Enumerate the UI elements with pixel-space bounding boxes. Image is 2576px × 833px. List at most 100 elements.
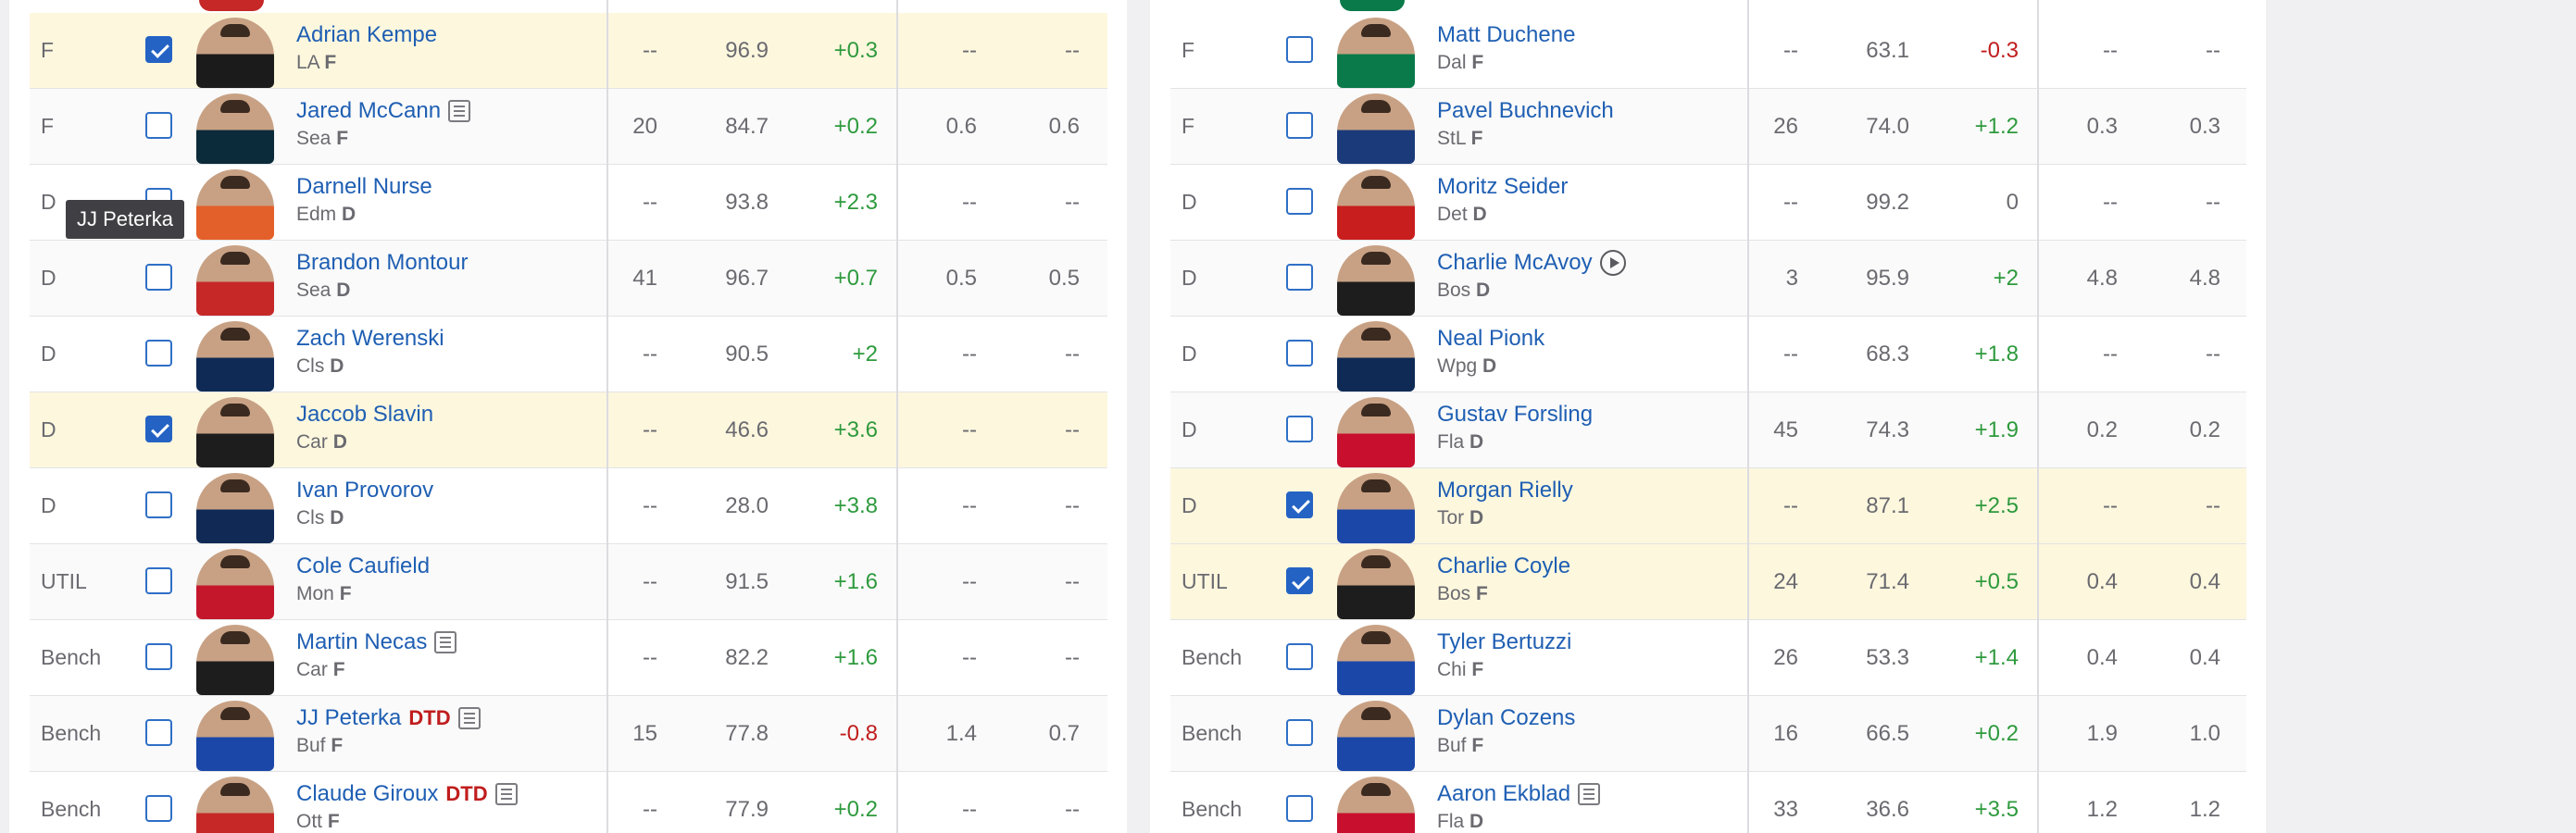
stat-cell: -- bbox=[1065, 568, 1080, 594]
stat-cell: -- bbox=[962, 644, 977, 670]
player-name-link[interactable]: Dylan Cozens bbox=[1437, 705, 1575, 731]
news-icon[interactable] bbox=[448, 100, 471, 122]
player-avatar bbox=[196, 245, 274, 316]
player-name-link[interactable]: Moritz Seider bbox=[1437, 174, 1568, 200]
player-select-checkbox[interactable] bbox=[1286, 643, 1313, 670]
roster-slot[interactable]: D bbox=[41, 468, 56, 543]
news-icon[interactable] bbox=[1578, 783, 1601, 805]
roster-slot[interactable]: D bbox=[41, 392, 56, 467]
player-select-checkbox[interactable] bbox=[1286, 188, 1313, 215]
player-name-link[interactable]: Zach Werenski bbox=[296, 326, 444, 352]
player-select-checkbox[interactable] bbox=[145, 567, 172, 594]
table-row: D Zach Werenski Cls D -- 90.5 +2 -- -- bbox=[30, 317, 1107, 392]
player-name-link[interactable]: Morgan Rielly bbox=[1437, 478, 1573, 504]
roster-slot[interactable]: Bench bbox=[41, 620, 101, 695]
player-name-link[interactable]: Charlie McAvoy bbox=[1437, 250, 1593, 276]
player-select-checkbox[interactable] bbox=[145, 36, 172, 63]
player-name-link[interactable]: Charlie Coyle bbox=[1437, 553, 1570, 579]
table-row: D Brandon Montour Sea D 41 96.7 +0.7 0.5 0.5 bbox=[30, 241, 1107, 317]
stat-cell: -- bbox=[2206, 492, 2220, 518]
news-icon[interactable] bbox=[494, 783, 518, 805]
player-select-checkbox[interactable] bbox=[145, 719, 172, 746]
player-select-checkbox[interactable] bbox=[1286, 795, 1313, 822]
stat-cell: -- bbox=[643, 492, 657, 518]
injury-status-badge: DTD bbox=[445, 782, 488, 805]
player-name-link[interactable]: Darnell Nurse bbox=[296, 174, 432, 200]
player-select-checkbox[interactable] bbox=[145, 112, 172, 139]
roster-slot[interactable]: D bbox=[1182, 317, 1197, 392]
player-select-checkbox[interactable] bbox=[1286, 112, 1313, 139]
roster-slot[interactable]: F bbox=[41, 89, 54, 164]
player-info: Matt Duchene Dal F bbox=[1437, 22, 1575, 74]
stat-cell: +2.3 bbox=[833, 189, 878, 215]
roster-slot[interactable]: Bench bbox=[41, 696, 101, 771]
player-name-link[interactable]: Gustav Forsling bbox=[1437, 402, 1593, 428]
player-name-link[interactable]: Aaron Ekblad bbox=[1437, 781, 1570, 807]
player-name-link[interactable]: JJ Peterka bbox=[296, 705, 401, 731]
stat-cell: +1.4 bbox=[1974, 644, 2019, 670]
stat-cell: 63.1 bbox=[1866, 37, 1909, 63]
news-icon[interactable] bbox=[434, 631, 457, 653]
roster-slot[interactable]: F bbox=[1182, 13, 1194, 88]
player-name-link[interactable]: Tyler Bertuzzi bbox=[1437, 629, 1571, 655]
player-select-checkbox[interactable] bbox=[145, 416, 172, 442]
player-select-checkbox[interactable] bbox=[145, 340, 172, 367]
roster-slot[interactable]: D bbox=[41, 317, 56, 392]
player-name-link[interactable]: Ivan Provorov bbox=[296, 478, 433, 504]
player-name-link[interactable]: Pavel Buchnevich bbox=[1437, 98, 1614, 124]
roster-slot[interactable]: D bbox=[1182, 392, 1197, 467]
player-select-checkbox[interactable] bbox=[145, 643, 172, 670]
stat-cell: 41 bbox=[632, 265, 657, 291]
player-name-link[interactable]: Martin Necas bbox=[296, 629, 427, 655]
player-name-link[interactable]: Matt Duchene bbox=[1437, 22, 1575, 48]
stat-cell: +0.2 bbox=[833, 113, 878, 139]
player-name-link[interactable]: Brandon Montour bbox=[296, 250, 468, 276]
roster-slot[interactable]: Bench bbox=[1182, 772, 1242, 833]
player-select-checkbox[interactable] bbox=[145, 795, 172, 822]
roster-slot[interactable]: F bbox=[41, 13, 54, 88]
roster-slot[interactable]: F bbox=[1182, 89, 1194, 164]
player-info: Neal Pionk Wpg D bbox=[1437, 326, 1544, 378]
roster-slot[interactable]: Bench bbox=[41, 772, 101, 833]
stat-cell: -- bbox=[962, 492, 977, 518]
player-name-link[interactable]: Claude Giroux bbox=[296, 781, 438, 807]
roster-slot[interactable]: D bbox=[1182, 241, 1197, 316]
column-divider bbox=[2037, 0, 2039, 833]
news-icon[interactable] bbox=[457, 707, 481, 729]
roster-slot[interactable]: D bbox=[1182, 165, 1197, 240]
player-select-checkbox[interactable] bbox=[1286, 36, 1313, 63]
position-eligibility: F bbox=[324, 52, 337, 73]
stat-cell: 0.7 bbox=[1048, 720, 1080, 746]
player-info: Morgan Rielly Tor D bbox=[1437, 478, 1573, 529]
right-roster-panel: F Matt Duchene Dal F -- 63.1 -0.3 -- -- F Pavel B… bbox=[1150, 0, 2266, 833]
player-select-checkbox[interactable] bbox=[1286, 264, 1313, 291]
player-select-checkbox[interactable] bbox=[1286, 416, 1313, 442]
player-select-checkbox[interactable] bbox=[1286, 491, 1313, 518]
player-avatar bbox=[196, 18, 274, 88]
roster-slot[interactable]: D bbox=[41, 165, 56, 240]
player-name-link[interactable]: Neal Pionk bbox=[1437, 326, 1544, 352]
roster-slot[interactable]: UTIL bbox=[41, 544, 87, 619]
player-select-checkbox[interactable] bbox=[1286, 340, 1313, 367]
table-row: F Matt Duchene Dal F -- 63.1 -0.3 -- -- bbox=[1170, 13, 2246, 89]
player-select-checkbox[interactable] bbox=[1286, 719, 1313, 746]
player-select-checkbox[interactable] bbox=[145, 491, 172, 518]
roster-slot[interactable]: Bench bbox=[1182, 620, 1242, 695]
roster-slot[interactable]: D bbox=[1182, 468, 1197, 543]
player-name-link[interactable]: Jaccob Slavin bbox=[296, 402, 433, 428]
stat-cell: -- bbox=[1783, 189, 1798, 215]
injury-status-badge: DTD bbox=[408, 706, 451, 729]
stat-cell: +3.5 bbox=[1974, 796, 2019, 822]
stat-cell: -- bbox=[2206, 189, 2220, 215]
player-name-link[interactable]: Adrian Kempe bbox=[296, 22, 437, 48]
roster-slot[interactable]: UTIL bbox=[1182, 544, 1228, 619]
roster-slot[interactable]: Bench bbox=[1182, 696, 1242, 771]
player-name-link[interactable]: Jared McCann bbox=[296, 98, 441, 124]
play-icon[interactable] bbox=[1599, 250, 1626, 276]
player-name-link[interactable]: Cole Caufield bbox=[296, 553, 430, 579]
player-select-checkbox[interactable] bbox=[145, 264, 172, 291]
team-abbr: StL bbox=[1437, 128, 1466, 149]
player-select-checkbox[interactable] bbox=[1286, 567, 1313, 594]
team-abbr: Dal bbox=[1437, 52, 1467, 73]
roster-slot[interactable]: D bbox=[41, 241, 56, 316]
